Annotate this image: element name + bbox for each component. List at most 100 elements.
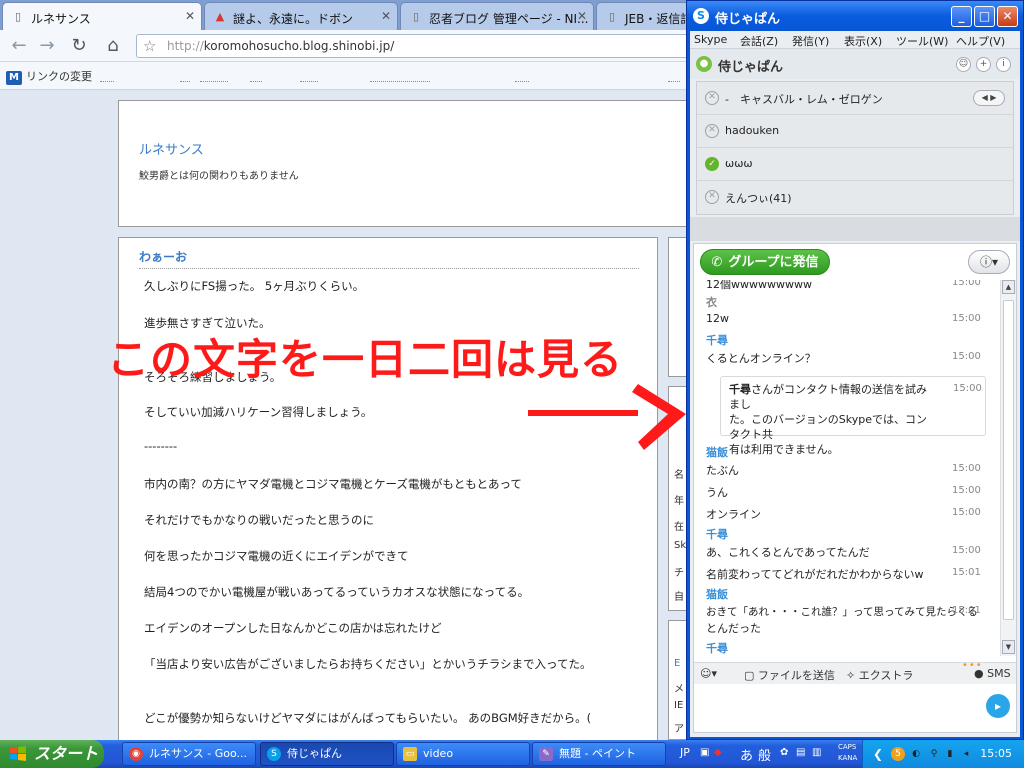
ime-settings-icon[interactable]: ✿ [780,747,788,758]
skype-window: S 侍じゃぱん _ □ ✕ Skype 会話(Z) 発信(Y) 表示(X) ツー… [686,0,1024,740]
ime-help-icon[interactable]: ▥ [812,747,821,758]
post-title[interactable]: わぁーお [139,248,639,269]
menu-tools[interactable]: ツール(W) [896,33,948,49]
member-row[interactable]: ✕ hadouken [697,115,1013,148]
start-button[interactable]: スタート [0,740,104,768]
sidebar-text: 在 [674,522,684,533]
star-icon[interactable]: ☆ [143,37,156,55]
pane-splitter[interactable] [690,217,1020,241]
bookmark-stub[interactable] [300,70,318,82]
bookmark-stub[interactable] [515,70,529,82]
send-file-button[interactable]: ▢ ファイルを送信 [744,667,835,683]
bookmark-stub[interactable] [668,70,680,82]
battery-icon[interactable]: ▮ [943,747,957,761]
url-text: http://koromohosucho.blog.shinobi.jp/ [167,39,394,53]
scroll-thumb[interactable] [1003,300,1014,620]
chat-scrollbar[interactable]: ▲ ▼ [1000,280,1016,656]
scroll-arrows[interactable]: ◀ ▶ [973,90,1005,106]
people-icon[interactable]: ☺ [956,57,971,72]
phone-icon: ✆ [711,255,723,270]
home-icon[interactable]: ⌂ [100,33,126,59]
task-label: 侍じゃぱん [287,747,342,760]
shield-icon[interactable]: 5 [891,747,905,761]
tab-dobon[interactable]: ▲ 謎よ、永遠に。ドボン ✕ [204,2,398,30]
post-line: 何を思ったかコジマ電機の近くにエイデンができて [144,549,409,563]
ime-pad-icon[interactable]: ◆ [714,747,722,758]
bookmark-stub[interactable] [180,70,190,82]
task-video[interactable]: ▭ video [396,742,530,766]
clock[interactable]: 15:05 [980,747,1012,760]
close-icon[interactable]: ✕ [381,9,391,23]
sidebar-text: 年 [674,496,684,507]
task-paint[interactable]: ✎ 無題 - ペイント [532,742,666,766]
message-time: 15:01 [952,605,981,616]
back-arrow-icon[interactable]: ← [6,33,32,59]
member-name: - キャスバル・レム・ゼロゲン [725,93,883,106]
member-name: えんつぃ(41) [725,192,792,205]
group-call-button[interactable]: ✆ グループに発信 [700,249,830,275]
blog-title[interactable]: ルネサンス [139,139,204,158]
bookmark-stub[interactable] [250,70,262,82]
folder-icon: ▭ [403,747,417,761]
group-header: ● 侍じゃぱん ☺ + i [690,49,1020,79]
info-icon[interactable]: i [996,57,1011,72]
volume-icon[interactable]: ◂ [959,747,973,761]
ime-conversion-mode[interactable]: 般 [758,745,771,764]
menu-skype[interactable]: Skype [694,33,727,46]
message-text: あ、これくるとんであってたんだ [706,546,870,559]
menu-view[interactable]: 表示(X) [844,33,882,49]
close-icon[interactable]: ✕ [185,9,195,23]
ime-dictionary-icon[interactable]: ▤ [796,747,805,758]
menu-help[interactable]: ヘルプ(V) [956,33,1005,49]
pen-icon[interactable]: ⚲ [927,747,941,761]
tab-jeb[interactable]: ▯ JEB・返信記 [596,2,696,30]
emoticon-button[interactable]: ☺▾ [700,667,717,680]
message-text: 名前変わっててどれがだれだかわからないw [706,568,924,581]
language-indicator[interactable]: JP [680,746,690,759]
info-dropdown-button[interactable]: ⓘ▾ [968,250,1010,274]
send-message-icon[interactable]: ▸ [986,694,1010,718]
sms-button[interactable]: ● SMS [974,667,1011,680]
scroll-down-icon[interactable]: ▼ [1002,640,1015,654]
network-icon[interactable]: ◐ [909,747,923,761]
forward-arrow-icon[interactable]: → [34,33,60,59]
online-status-icon: ✓ [705,157,719,171]
tab-renaissance[interactable]: ▯ ルネサンス ✕ [2,2,202,31]
menu-call[interactable]: 発信(Y) [792,33,829,49]
extras-button[interactable]: ✧ エクストラ [846,667,913,683]
minimize-button[interactable]: _ [951,6,972,27]
tab-title: JEB・返信記 [625,12,693,26]
bookmark-stub[interactable] [200,70,228,82]
maximize-button[interactable]: □ [974,6,995,27]
post-line: -------- [144,439,178,453]
bookmark-item[interactable]: M リンクの変更 [6,68,92,85]
address-bar[interactable]: ☆ http://koromohosucho.blog.shinobi.jp/ [136,34,696,58]
task-label: ルネサンス - Goo... [149,747,248,760]
member-row[interactable]: ✓ ωωω [697,148,1013,181]
close-button[interactable]: ✕ [997,6,1018,27]
chat-history: 12個wwwwwwwww 15:00 衣 12w 15:00 千尋 くるとんオン… [694,280,1000,656]
chrome-icon: ◉ [129,747,143,761]
system-message-text: 千尋さんがコンタクト情報の送信を試みまし た。このバージョンのSkypeでは、コン… [729,382,929,457]
ime-tool-icon[interactable]: ▣ [700,747,709,758]
tab-ninja-admin[interactable]: ▯ 忍者ブログ 管理ページ - NI... ✕ [400,2,594,30]
member-row[interactable]: ✕ えんつぃ(41) [697,181,1013,214]
message-input[interactable]: ▸ [696,686,1014,730]
member-row[interactable]: ✕ - キャスバル・レム・ゼロゲン ◀ ▶ [697,82,1013,115]
add-icon[interactable]: + [976,57,991,72]
close-icon[interactable]: ✕ [577,9,587,23]
task-chrome[interactable]: ◉ ルネサンス - Goo... [122,742,256,766]
sidebar-text: チ [674,568,684,579]
bookmark-stub[interactable] [100,70,114,82]
red-arrow-icon [528,384,686,450]
menu-conversation[interactable]: 会話(Z) [740,33,778,49]
skype-titlebar[interactable]: S 侍じゃぱん _ □ ✕ [687,1,1023,31]
sidebar-text: 自 [674,592,684,603]
task-skype[interactable]: S 侍じゃぱん [260,742,394,766]
message-text: オンライン [706,508,761,521]
bookmark-stub[interactable] [370,70,430,82]
tray-expand-icon[interactable]: ❮ [871,747,885,761]
reload-icon[interactable]: ↻ [66,33,92,59]
scroll-up-icon[interactable]: ▲ [1002,280,1015,294]
ime-input-mode[interactable]: あ [740,745,753,764]
